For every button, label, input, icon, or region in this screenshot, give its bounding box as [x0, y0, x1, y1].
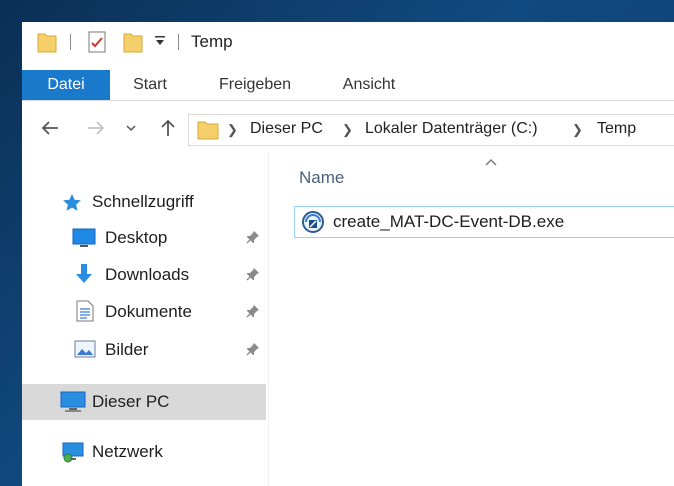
- window-title: Temp: [191, 32, 233, 51]
- forward-arrow-icon[interactable]: [84, 116, 108, 140]
- ribbon-divider: [22, 100, 674, 101]
- sidebar-item-label: Desktop: [105, 228, 168, 247]
- sidebar-item-schnellzugriff[interactable]: Schnellzugriff: [22, 184, 266, 220]
- tab-datei[interactable]: Datei: [22, 70, 110, 100]
- explorer-window: Temp Datei Start Freigeben Ansicht ❯ Die…: [22, 22, 674, 486]
- address-bar[interactable]: ❯ Dieser PC ❯ Lokaler Datenträger (C:) ❯…: [188, 114, 674, 146]
- sidebar-item-label: Dieser PC: [92, 392, 170, 411]
- sidebar-item-downloads[interactable]: Downloads: [22, 257, 266, 293]
- sidebar-item-label: Netzwerk: [92, 442, 163, 461]
- pictures-icon: [74, 339, 96, 364]
- column-header-name[interactable]: Name: [299, 168, 344, 188]
- sidebar-item-label: Dokumente: [105, 302, 192, 321]
- sort-chevron-icon: [484, 154, 498, 172]
- installer-icon: [301, 210, 325, 239]
- download-arrow-icon: [74, 263, 94, 290]
- sidebar-item-label: Schnellzugriff: [92, 192, 194, 211]
- pane-divider[interactable]: [268, 152, 269, 486]
- pin-icon[interactable]: [246, 342, 260, 361]
- pin-icon[interactable]: [246, 267, 260, 286]
- toolbar-divider: [70, 34, 71, 50]
- computer-icon: [60, 391, 86, 418]
- new-folder-icon[interactable]: [122, 30, 144, 59]
- properties-icon[interactable]: [86, 30, 108, 59]
- navigation-bar: ❯ Dieser PC ❯ Lokaler Datenträger (C:) ❯…: [22, 112, 674, 146]
- tab-ansicht[interactable]: Ansicht: [328, 70, 410, 100]
- breadcrumb-dieser-pc[interactable]: Dieser PC: [250, 120, 323, 138]
- breadcrumb-temp[interactable]: Temp: [597, 120, 636, 138]
- sidebar-item-desktop[interactable]: Desktop: [22, 220, 266, 256]
- title-bar: Temp: [22, 22, 674, 64]
- customize-dropdown-icon[interactable]: [154, 34, 166, 53]
- up-arrow-icon[interactable]: [156, 116, 180, 140]
- document-icon: [76, 300, 94, 327]
- folder-icon: [197, 119, 219, 146]
- sidebar-item-dieser-pc[interactable]: Dieser PC: [22, 384, 266, 420]
- pin-icon[interactable]: [246, 304, 260, 323]
- pin-icon[interactable]: [246, 230, 260, 249]
- sidebar-item-label: Downloads: [105, 265, 190, 284]
- breadcrumb-separator[interactable]: ❯: [572, 122, 583, 138]
- folder-icon[interactable]: [36, 30, 58, 59]
- toolbar-divider: [178, 34, 179, 50]
- back-arrow-icon[interactable]: [38, 116, 62, 140]
- sidebar-item-label: Bilder: [105, 340, 149, 359]
- sidebar-item-dokumente[interactable]: Dokumente: [22, 294, 266, 330]
- star-icon: [62, 193, 82, 218]
- file-row[interactable]: create_MAT-DC-Event-DB.exe: [294, 206, 674, 238]
- tab-freigeben[interactable]: Freigeben: [206, 70, 304, 100]
- tab-start[interactable]: Start: [118, 70, 182, 100]
- recent-chevron-icon[interactable]: [124, 116, 138, 140]
- breadcrumb-drive-c[interactable]: Lokaler Datenträger (C:): [365, 120, 538, 138]
- navigation-pane: Schnellzugriff Desktop Downloads Dokumen…: [22, 162, 268, 486]
- ribbon-tabs: Datei Start Freigeben Ansicht: [22, 70, 674, 100]
- desktop-icon: [72, 228, 96, 253]
- file-name: create_MAT-DC-Event-DB.exe: [333, 212, 565, 231]
- sidebar-item-netzwerk[interactable]: Netzwerk: [22, 434, 266, 470]
- network-icon: [60, 440, 86, 469]
- breadcrumb-separator[interactable]: ❯: [227, 122, 238, 138]
- breadcrumb-separator[interactable]: ❯: [342, 122, 353, 138]
- sidebar-item-bilder[interactable]: Bilder: [22, 332, 266, 368]
